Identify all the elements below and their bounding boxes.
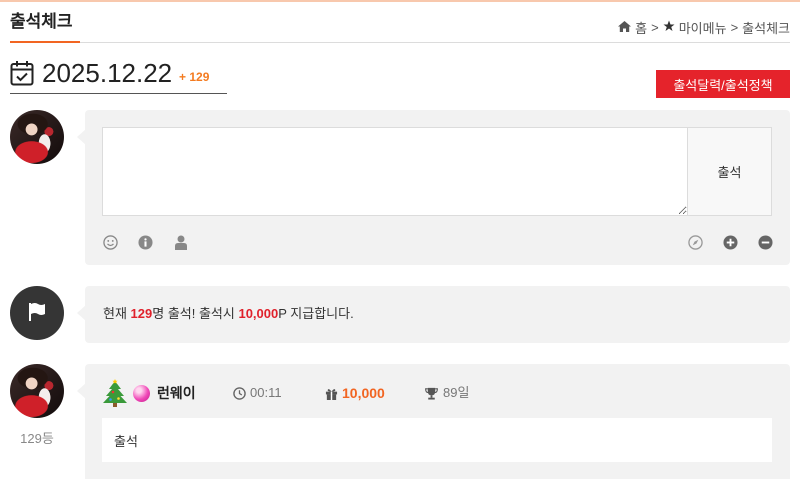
smile-icon[interactable]	[103, 235, 118, 250]
home-icon[interactable]	[618, 20, 632, 35]
entry-comment: 출석	[102, 418, 772, 462]
pink-ball-icon	[133, 385, 150, 402]
my-avatar	[10, 110, 64, 164]
star-icon	[663, 20, 675, 35]
title-underline	[10, 41, 80, 43]
notice-prefix: 현재	[103, 306, 131, 321]
header-divider	[10, 42, 790, 43]
info-icon[interactable]	[138, 235, 153, 250]
notice-avatar	[10, 286, 64, 340]
entry-rank: 129등	[20, 431, 54, 446]
top-accent-line	[0, 0, 800, 2]
trophy-icon	[425, 387, 438, 400]
attend-submit-button[interactable]: 출석	[687, 127, 772, 216]
tree-level-icon	[102, 379, 128, 407]
breadcrumb-mymenu[interactable]: 마이메뉴	[679, 18, 727, 37]
breadcrumb-home[interactable]: 홈	[635, 18, 647, 37]
notice-message: 현재 129명 출석! 출석시 10,000P 지급합니다.	[103, 305, 354, 323]
entry-comment-text: 출석	[114, 433, 138, 449]
flag-icon	[26, 301, 48, 326]
entry-time: 00:11	[250, 385, 282, 400]
panel-pointer	[77, 129, 86, 145]
user-icon[interactable]	[173, 235, 188, 250]
breadcrumb-current: 출석체크	[742, 20, 790, 36]
calendar-check-icon	[10, 60, 34, 86]
clock-icon	[233, 387, 246, 400]
notice-points: 10,000	[238, 306, 279, 321]
entry-streak: 89일	[443, 385, 470, 400]
comment-textarea[interactable]	[102, 127, 688, 216]
breadcrumb: 홈 > 마이메뉴 > 출석체크	[618, 18, 790, 36]
compass-icon[interactable]	[688, 235, 703, 250]
page-title: 출석체크	[10, 12, 73, 31]
attendance-policy-button[interactable]: 출석달력/출석정책	[656, 70, 790, 98]
gift-icon	[325, 387, 338, 400]
entry-points: 10,000	[342, 385, 385, 401]
attendance-count-badge: + 129	[179, 70, 210, 84]
breadcrumb-separator: >	[651, 19, 659, 35]
notice-middle: 명 출석! 출석시	[152, 306, 239, 321]
panel-pointer	[77, 383, 86, 399]
notice-count: 129	[130, 306, 153, 321]
entry-avatar	[10, 364, 64, 418]
entry-nickname[interactable]: 런웨이	[157, 384, 196, 402]
plus-circle-icon[interactable]	[723, 235, 738, 250]
minus-circle-icon[interactable]	[758, 235, 773, 250]
attendance-date: 2025.12.22	[42, 58, 173, 88]
panel-pointer	[77, 305, 86, 321]
date-underline	[10, 93, 227, 94]
notice-suffix: P 지급합니다.	[278, 306, 354, 321]
breadcrumb-separator: >	[730, 19, 739, 35]
